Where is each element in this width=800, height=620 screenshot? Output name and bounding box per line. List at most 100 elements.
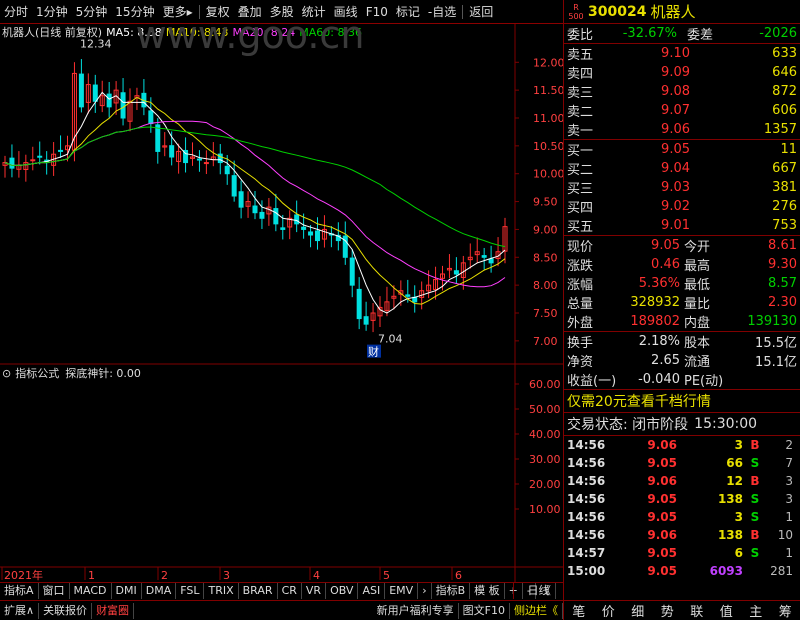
indicator-title[interactable]: 指标公式	[15, 365, 59, 381]
toolbar-item[interactable]: 更多▸	[159, 2, 197, 22]
promo-banner[interactable]: 仅需20元查看千档行情	[564, 390, 800, 412]
period-label[interactable]: 日线	[513, 583, 563, 599]
indicator-tab[interactable]: DMI	[112, 583, 142, 599]
indicator-tab[interactable]: ASI	[358, 583, 386, 599]
ind-tick-label: 20.00	[529, 478, 561, 491]
trade-volume: 66	[726, 456, 743, 470]
diff-label: 委差	[687, 28, 714, 43]
market-badge: R 500	[568, 3, 584, 21]
bottom-right-item[interactable]: 侧边栏《	[510, 602, 563, 619]
bid-volume: 667	[772, 161, 797, 176]
bid-price: 9.04	[661, 161, 690, 176]
trade-price: 9.06	[647, 528, 677, 542]
stat-value: 9.05	[651, 238, 680, 253]
toolbar-item[interactable]: 标记	[392, 2, 424, 22]
indicator-tab[interactable]: 模 板	[470, 583, 505, 599]
candle-body	[120, 92, 126, 119]
side-button[interactable]: 联	[690, 601, 703, 620]
stat-label: 今开	[684, 240, 711, 255]
trade-row: 14:56 9.05 66 S 7	[564, 454, 800, 472]
toolbar-item[interactable]: F10	[362, 2, 392, 22]
stat-label: 涨跌	[567, 259, 594, 274]
candle-body	[363, 316, 369, 325]
toolbar-item[interactable]: 5分钟	[72, 2, 112, 22]
watermark: www.goo.cn	[136, 24, 365, 57]
stat-label: 涨幅	[567, 278, 594, 293]
side-button[interactable]: 主	[749, 601, 762, 620]
indicator-tab[interactable]: 指标B	[432, 583, 471, 599]
toolbar-item[interactable]: 复权	[202, 2, 234, 22]
bottom-right-item[interactable]: 图文F10	[459, 602, 510, 619]
candle-body	[155, 124, 161, 152]
stat-value: 139130	[747, 314, 797, 329]
toolbar-item[interactable]: 1分钟	[32, 2, 72, 22]
x-tick-label: 2	[161, 569, 168, 582]
side-button[interactable]: 势	[661, 601, 674, 620]
indicator-tab[interactable]: VR	[302, 583, 327, 599]
candle-body	[238, 191, 244, 208]
quote-panel: R 500 300024 机器人 委比 -32.67% 委差 -2026 卖五 9.…	[563, 0, 800, 600]
indicator-tab[interactable]: BRAR	[239, 583, 278, 599]
stat-row: 换手 2.18% 股本 15.5亿	[564, 332, 800, 351]
candle-body	[224, 165, 230, 175]
toolbar-item[interactable]: 画线	[330, 2, 362, 22]
indicator-tab[interactable]: DMA	[142, 583, 177, 599]
indicator-tab[interactable]: 指标A	[0, 583, 39, 599]
trade-count: 2	[785, 438, 793, 452]
indicator-tab[interactable]: FSL	[176, 583, 205, 599]
indicator-tab[interactable]: EMV	[385, 583, 419, 599]
side-button[interactable]: 值	[720, 601, 733, 620]
stat-label: 最高	[684, 259, 711, 274]
indicator-tab[interactable]: CR	[278, 583, 302, 599]
toolbar-item[interactable]: 返回	[465, 2, 497, 22]
x-tick-label: 4	[313, 569, 320, 582]
bottom-right-item[interactable]: 新用户福利专享	[373, 602, 459, 619]
ratio-value: -32.67%	[622, 26, 677, 41]
indicator-menu-icon[interactable]: ⊙	[2, 367, 11, 380]
promo-text[interactable]: 仅需20元查看千档行情	[567, 391, 711, 411]
stat-row: 净资 2.65 流通 15.1亿	[564, 351, 800, 370]
y-tick-label: 7.00	[533, 335, 558, 348]
bid-price: 9.03	[661, 180, 690, 195]
ind-tick-label: 30.00	[529, 453, 561, 466]
side-button[interactable]: 价	[602, 601, 615, 620]
indicator-tab[interactable]: 窗口	[39, 583, 70, 599]
side-button[interactable]: 细	[631, 601, 644, 620]
indicator-tab[interactable]: MACD	[70, 583, 112, 599]
toolbar-item[interactable]: 统计	[298, 2, 330, 22]
status-label: 交易状态: 闭市阶段	[567, 417, 689, 433]
trade-time: 14:56	[567, 492, 606, 506]
bottom-left-item[interactable]: 财富圈	[92, 602, 135, 619]
trade-count: 1	[785, 546, 793, 560]
indicator-tab[interactable]: OBV	[326, 583, 359, 599]
fin-marker[interactable]: 财	[368, 345, 379, 359]
x-tick-label: 3	[223, 569, 230, 582]
stat-label: PE(动)	[684, 374, 724, 389]
trade-row: 14:56 9.05 3 S 1	[564, 508, 800, 526]
candle-body	[488, 258, 494, 264]
toolbar-item[interactable]: 分时	[0, 2, 32, 22]
toolbar-item[interactable]: 15分钟	[111, 2, 158, 22]
stat-label: 换手	[567, 336, 594, 351]
toolbar-item[interactable]: -自选	[424, 2, 460, 22]
price-chart[interactable]: www.goo.cn 12.00 11.50 11.00 10.50 10.00 9.50 9…	[0, 24, 563, 582]
toolbar-item[interactable]: 叠加	[234, 2, 266, 22]
side-button[interactable]: 笔	[572, 601, 585, 620]
trade-volume: 12	[726, 474, 743, 488]
high-label: 12.34	[80, 37, 112, 50]
stat-row: 收益(一) -0.040 PE(动)	[564, 370, 800, 389]
trade-row: 14:56 9.06 138 B 10	[564, 526, 800, 544]
stat-value: 15.1亿	[755, 355, 797, 370]
indicator-tab[interactable]: TRIX	[204, 583, 239, 599]
side-button[interactable]: 筹	[779, 601, 792, 620]
bottom-left-item[interactable]: 关联报价	[39, 602, 93, 619]
bottom-left-item[interactable]: 扩展∧	[0, 602, 40, 619]
side-buttons: 笔价细势联值主筹	[563, 601, 800, 620]
bid-row: 买一 9.05 11	[564, 140, 800, 159]
candle-body	[106, 93, 112, 108]
stat-value: 5.36%	[638, 276, 680, 291]
toolbar-item[interactable]: 多股	[266, 2, 298, 22]
stat-value: 0.46	[651, 257, 680, 272]
indicator-tab[interactable]: ›	[418, 583, 432, 599]
y-tick-label: 10.00	[533, 168, 563, 181]
